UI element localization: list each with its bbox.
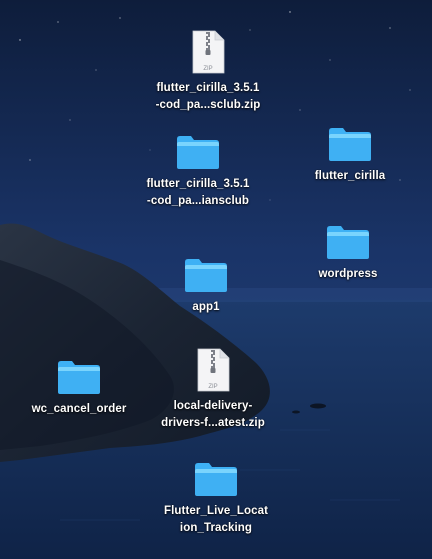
folder-icon <box>195 463 237 496</box>
folder-icon <box>177 136 219 169</box>
desktop-icon-label: wordpress <box>318 268 378 280</box>
desktop-icon-zip[interactable]: ZIP flutter_cirilla_3.5.1 -cod_pa...sclu… <box>143 30 273 114</box>
desktop-icon-folder[interactable]: app1 <box>141 257 271 316</box>
desktop-icon-label: wc_cancel_order <box>31 403 127 415</box>
desktop-icon-label: Flutter_Live_Locat ion_Tracking <box>163 505 269 534</box>
desktop-icon-label: local-delivery- drivers-f...atest.zip <box>161 400 265 429</box>
folder-icon <box>327 226 369 259</box>
desktop-icon-label: flutter_cirilla <box>314 170 386 182</box>
desktop-icon-label: flutter_cirilla_3.5.1 -cod_pa...sclub.zi… <box>155 82 261 111</box>
svg-text:ZIP: ZIP <box>203 66 212 72</box>
zip-file-icon: ZIP <box>197 348 230 392</box>
folder-icon <box>329 128 371 161</box>
desktop-icon-folder[interactable]: flutter_cirilla_3.5.1 -cod_pa...iansclub <box>133 134 263 210</box>
folder-icon <box>58 361 100 394</box>
desktop[interactable]: ZIP flutter_cirilla_3.5.1 -cod_pa...sclu… <box>0 0 432 559</box>
zip-file-icon: ZIP <box>192 30 225 74</box>
desktop-icon-folder[interactable]: Flutter_Live_Locat ion_Tracking <box>151 461 281 537</box>
desktop-icon-label: app1 <box>192 301 220 313</box>
svg-text:ZIP: ZIP <box>208 384 217 390</box>
desktop-icon-folder[interactable]: wordpress <box>283 224 413 283</box>
desktop-icon-label: flutter_cirilla_3.5.1 -cod_pa...iansclub <box>146 178 250 207</box>
desktop-icon-folder[interactable]: wc_cancel_order <box>14 359 144 418</box>
desktop-icon-folder[interactable]: flutter_cirilla <box>285 126 415 185</box>
folder-icon <box>185 259 227 292</box>
desktop-icon-zip[interactable]: ZIP local-delivery- drivers-f...atest.zi… <box>148 348 278 432</box>
